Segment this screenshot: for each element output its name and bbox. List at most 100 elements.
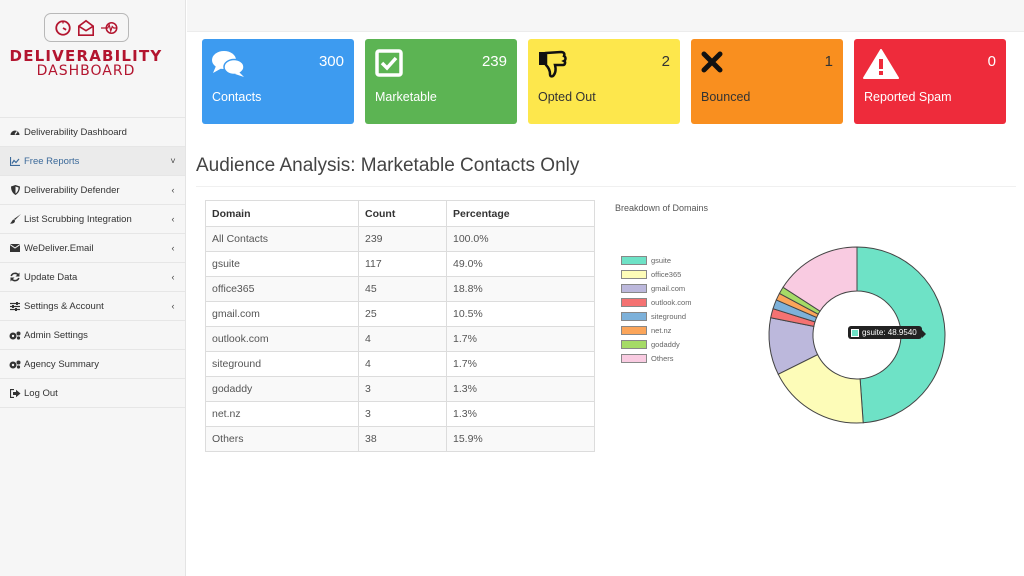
column-header-percentage: Percentage [446,200,595,227]
sidebar-item-label: List Scrubbing Integration [24,213,132,225]
cell-domain: office365 [205,276,359,302]
legend-item[interactable]: siteground [621,309,691,323]
cell-percentage: 1.3% [446,401,595,427]
tooltip-swatch [851,328,859,337]
cell-count: 38 [358,426,447,452]
legend-item[interactable]: godaddy [621,337,691,351]
cell-domain: gmail.com [205,301,359,327]
sidebar-item-settings-account[interactable]: Settings & Account ‹ [0,292,185,321]
cell-count: 3 [358,401,447,427]
sidebar-item-free-reports[interactable]: Free Reports ˅ [0,147,185,176]
thumbs-down-icon [539,50,567,78]
card-bounced[interactable]: 1 Bounced [691,39,843,124]
brand-subtitle: DASHBOARD [36,63,136,79]
legend-label: gmail.com [651,283,686,293]
warning-icon [863,49,899,79]
table-row: gsuite 117 49.0% [205,251,595,277]
table-row: Others 38 15.9% [205,426,595,452]
legend-item[interactable]: gmail.com [621,281,691,295]
table-row: outlook.com 4 1.7% [205,326,595,352]
card-label: Contacts [212,90,262,104]
sidebar-item-log-out[interactable]: Log Out [0,379,185,408]
legend-label: gsuite [651,255,672,265]
top-navbar [187,0,1024,32]
legend-label: godaddy [651,339,680,349]
brand-logo[interactable]: DELIVERABILITY DASHBOARD [0,0,185,117]
logo-icon-box [44,13,129,42]
page-title: Audience Analysis: Marketable Contacts O… [196,155,580,176]
tooltip-label: gsuite: 48.9540 [862,328,917,337]
chart-legend: gsuite office365 gmail.com outlook.com siteg… [621,253,691,365]
sidebar-item-label: Settings & Account [24,300,104,312]
legend-swatch [621,353,647,363]
sidebar-nav: Deliverability Dashboard Free Reports ˅ … [0,117,185,408]
table-row: siteground 4 1.7% [205,351,595,377]
table-header-row: Domain Count Percentage [205,200,595,227]
domain-table: Domain Count Percentage All Contacts 239 1… [205,200,595,452]
refresh-icon [9,272,21,282]
sidebar-item-update-data[interactable]: Update Data ‹ [0,263,185,292]
cell-percentage: 1.3% [446,376,595,402]
chevron-left-icon: ‹ [171,272,175,282]
sidebar-item-list-scrubbing-integration[interactable]: List Scrubbing Integration ‹ [0,205,185,234]
table-row: net.nz 3 1.3% [205,401,595,427]
sidebar-item-label: Agency Summary [24,358,99,370]
domain-donut-chart[interactable] [760,210,960,435]
cell-percentage: 1.7% [446,351,595,377]
cell-percentage: 10.5% [446,301,595,327]
legend-item[interactable]: net.nz [621,323,691,337]
card-label: Bounced [701,90,751,104]
paint-brush-icon [9,214,21,224]
chevron-left-icon: ‹ [171,243,175,253]
sidebar: DELIVERABILITY DASHBOARD Deliverability … [0,0,186,576]
legend-swatch [621,311,647,321]
legend-label: siteground [651,311,687,321]
sidebar-item-agency-summary[interactable]: Agency Summary [0,350,185,379]
sidebar-item-label: Log Out [24,387,58,399]
card-label: Marketable [375,90,437,104]
legend-item[interactable]: outlook.com [621,295,691,309]
legend-label: net.nz [651,325,672,335]
legend-swatch [621,339,647,349]
legend-item[interactable]: Others [621,351,691,365]
sign-out-icon [9,388,21,398]
chart-title: Breakdown of Domains [615,203,709,213]
cell-percentage: 1.7% [446,326,595,352]
cogs-icon [9,359,21,369]
sidebar-item-wedeliver-email[interactable]: WeDeliver.Email ‹ [0,234,185,263]
chart-tooltip: gsuite: 48.9540 [848,326,926,339]
sidebar-item-label: WeDeliver.Email [24,242,94,254]
shield-icon [9,185,21,195]
sidebar-item-deliverability-defender[interactable]: Deliverability Defender ‹ [0,176,185,205]
tachometer-icon [9,127,21,137]
cell-domain: Others [205,426,359,452]
chevron-left-icon: ‹ [171,301,175,311]
legend-item[interactable]: gsuite [621,253,691,267]
check-square-icon [375,49,403,77]
card-opted-out[interactable]: 2 Opted Out [528,39,680,124]
cell-percentage: 100.0% [446,226,595,252]
cell-count: 4 [358,351,447,377]
legend-item[interactable]: office365 [621,267,691,281]
legend-swatch [621,269,647,279]
cell-count: 117 [358,251,447,277]
card-value: 239 [481,53,507,70]
cell-domain: All Contacts [205,226,359,252]
cell-count: 45 [358,276,447,302]
times-icon [701,51,723,73]
cell-count: 239 [358,226,447,252]
sidebar-item-deliverability-dashboard[interactable]: Deliverability Dashboard [0,118,185,147]
card-label: Opted Out [538,90,596,104]
chevron-down-icon: ˅ [170,156,176,166]
card-contacts[interactable]: 300 Contacts [202,39,354,124]
comments-icon [212,51,245,77]
card-marketable[interactable]: 239 Marketable [365,39,517,124]
cell-count: 4 [358,326,447,352]
line-chart-icon [9,156,21,166]
sidebar-item-label: Update Data [24,271,78,283]
cell-domain: siteground [205,351,359,377]
sidebar-item-admin-settings[interactable]: Admin Settings [0,321,185,350]
legend-swatch [621,297,647,307]
card-reported-spam[interactable]: 0 Reported Spam [854,39,1006,124]
cell-domain: godaddy [205,376,359,402]
